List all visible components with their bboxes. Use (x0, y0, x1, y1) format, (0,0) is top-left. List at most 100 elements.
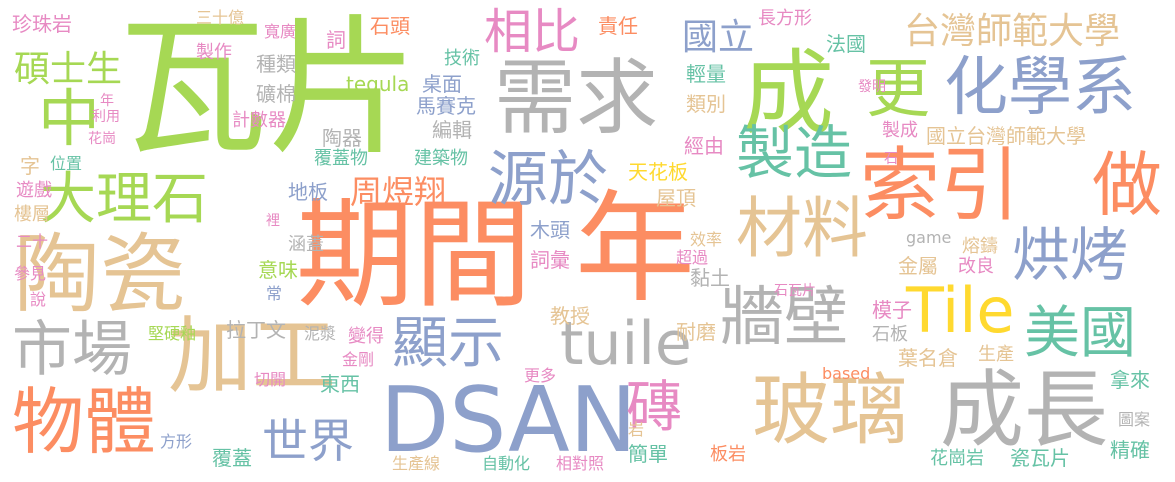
word-相對照: 相對照 (556, 454, 605, 473)
word-字: 字 (20, 154, 40, 178)
word-黏土: 黏土 (690, 266, 730, 290)
word-寬廣: 寬廣 (264, 22, 297, 41)
word-改良: 改良 (958, 256, 994, 277)
word-熔鑄: 熔鑄 (962, 236, 998, 257)
word-裡: 裡 (266, 213, 280, 229)
word-大理石: 大理石 (40, 167, 208, 232)
word-game: game (906, 228, 952, 247)
word-二十: 二十 (16, 232, 49, 251)
word-生產線: 生產線 (392, 454, 441, 473)
word-需求: 需求 (494, 51, 659, 146)
word-三十億: 三十億 (196, 8, 245, 27)
word-花崗岩: 花崗岩 (930, 448, 984, 469)
word-馬賽克: 馬賽克 (416, 94, 476, 118)
word-葉名倉: 葉名倉 (898, 346, 958, 370)
word-堅硬釉: 堅硬釉 (148, 324, 197, 343)
word-模子: 模子 (872, 298, 912, 322)
word-石-small: 石 (884, 151, 898, 167)
word-位置: 位置 (50, 154, 83, 173)
word-屋頂: 屋頂 (656, 186, 696, 210)
word-製作: 製作 (196, 42, 232, 63)
word-詞: 詞 (326, 28, 346, 52)
word-切開: 切開 (254, 370, 287, 389)
word-利用: 利用 (92, 109, 120, 125)
word-覆蓋物: 覆蓋物 (314, 148, 368, 169)
word-顯示: 顯示 (392, 311, 504, 376)
word-輕量: 輕量 (686, 62, 726, 86)
word-技術: 技術 (444, 48, 480, 69)
word-cloud: 瓦片 期間 年 陶瓷 需求 成 DSAN 加工 玻璃 成長 索引 材料 化學系 … (0, 0, 1175, 482)
word-Tile: Tile (906, 274, 1015, 347)
word-編輯: 編輯 (432, 118, 472, 142)
word-責任: 責任 (598, 14, 638, 38)
word-覆蓋: 覆蓋 (212, 446, 252, 470)
word-石板: 石板 (872, 324, 908, 345)
word-DSAN: DSAN (380, 368, 637, 473)
word-法國: 法國 (826, 32, 866, 56)
word-超過: 超過 (676, 248, 709, 267)
word-金剛: 金剛 (342, 350, 375, 369)
word-珍珠岩: 珍珠岩 (12, 12, 72, 36)
word-自動化: 自動化 (482, 454, 531, 473)
word-國立: 國立 (682, 17, 755, 58)
word-涵蓋: 涵蓋 (288, 234, 324, 255)
word-製造: 製造 (736, 119, 853, 187)
word-拿來: 拿來 (1110, 368, 1150, 392)
word-變得: 變得 (348, 326, 384, 347)
word-桌面: 桌面 (422, 72, 462, 96)
word-石頭: 石頭 (370, 14, 410, 38)
word-種類: 種類 (256, 52, 296, 76)
word-金屬: 金屬 (898, 254, 938, 278)
word-世界: 世界 (262, 414, 354, 468)
word-方形: 方形 (160, 432, 193, 451)
word-國立台灣師範大學: 國立台灣師範大學 (926, 124, 1086, 148)
word-地板: 地板 (288, 180, 328, 204)
word-based: based (822, 364, 871, 383)
word-發明: 發明 (858, 79, 886, 95)
word-建築物: 建築物 (414, 148, 468, 169)
word-詞彙: 詞彙 (530, 248, 570, 272)
word-物體: 物體 (12, 380, 157, 464)
word-岩: 岩 (628, 420, 645, 439)
word-周煜翔: 周煜翔 (350, 173, 447, 211)
word-化學系: 化學系 (944, 51, 1136, 125)
word-東西: 東西 (320, 372, 360, 396)
word-精確: 精確 (1110, 438, 1150, 462)
word-做: 做 (1092, 144, 1162, 226)
word-礦棉: 礦棉 (256, 82, 296, 106)
word-說: 說 (30, 290, 47, 309)
word-美國: 美國 (1024, 301, 1136, 366)
word-製成: 製成 (882, 120, 918, 141)
word-石瓦片: 石瓦片 (774, 283, 816, 299)
word-泥漿: 泥漿 (304, 324, 337, 343)
word-成長: 成長 (940, 361, 1109, 459)
word-烘烤: 烘烤 (1012, 221, 1129, 289)
word-源於: 源於 (488, 145, 608, 215)
word-耐磨: 耐磨 (676, 320, 716, 344)
word-參見: 參見 (14, 264, 47, 283)
word-木頭: 木頭 (530, 218, 570, 242)
word-圖案: 圖案 (1118, 410, 1151, 429)
word-類別: 類別 (686, 92, 726, 116)
word-長方形: 長方形 (758, 8, 812, 29)
word-玻璃: 玻璃 (752, 366, 909, 456)
word-經由: 經由 (684, 134, 724, 158)
word-花崗: 花崗 (88, 131, 116, 147)
word-計數器: 計數器 (232, 110, 286, 131)
word-板岩: 板岩 (710, 444, 746, 465)
word-樓層: 樓層 (14, 204, 50, 225)
word-意味: 意味 (258, 258, 298, 282)
word-相比: 相比 (484, 4, 581, 60)
word-市場: 市場 (12, 315, 132, 385)
word-台灣師範大學: 台灣師範大學 (904, 11, 1121, 52)
word-教授: 教授 (550, 304, 590, 328)
word-天花板: 天花板 (628, 160, 688, 184)
word-更多: 更多 (524, 366, 557, 385)
word-年-small: 年 (100, 93, 114, 109)
word-遊戲: 遊戲 (16, 180, 52, 201)
word-簡單: 簡單 (628, 442, 668, 466)
word-陶器: 陶器 (322, 126, 362, 150)
word-拉丁文: 拉丁文 (226, 318, 286, 342)
word-tegula: tegula (346, 72, 410, 96)
word-效率: 效率 (690, 230, 723, 249)
